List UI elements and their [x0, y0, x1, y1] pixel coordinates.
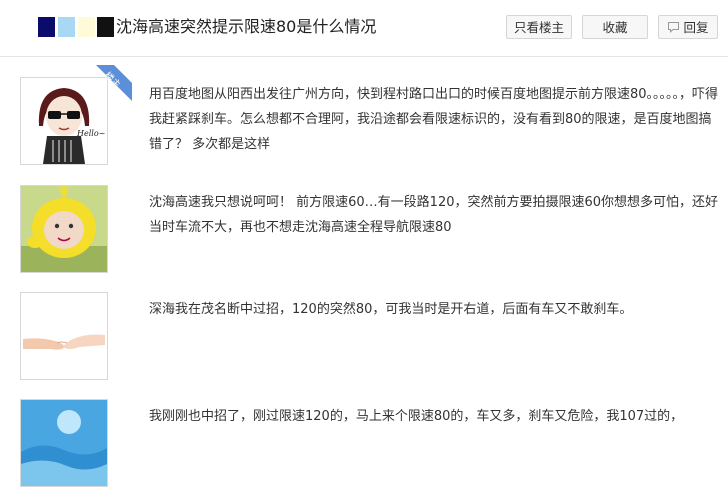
holding-hands-avatar: [21, 293, 107, 379]
header-color-square: [58, 17, 75, 37]
avatar[interactable]: [20, 185, 108, 273]
header-color-square: [38, 17, 55, 37]
avatar[interactable]: [20, 399, 108, 487]
reply-icon: [668, 22, 680, 33]
post-text: 我刚刚也中招了，刚过限速120的，马上来个限速80的，车又多，刹车又危险，我10…: [149, 409, 684, 424]
op-badge: 楼主: [92, 65, 132, 105]
blue-sky-avatar: [21, 400, 107, 486]
reply-button[interactable]: 回复: [658, 15, 718, 39]
avatar-hello-text: Hello~: [76, 129, 105, 138]
reply-label: 回复: [683, 20, 709, 35]
thread-header: 沈海高速突然提示限速80是什么情况 只看楼主 收藏 回复: [0, 0, 728, 57]
thread-title: 沈海高速突然提示限速80是什么情况: [116, 17, 377, 36]
post-text: 沈海高速我只想说呵呵！ 前方限速60…有一段路120，突然前方要拍摄限速60你想…: [149, 195, 719, 235]
header-color-square: [78, 17, 95, 37]
favorite-button[interactable]: 收藏: [582, 15, 648, 39]
teletubby-avatar: [21, 186, 107, 272]
header-color-square: [97, 17, 114, 37]
post-text: 深海我在茂名断中过招，120的突然80，可我当时是开右道，后面有车又不敢刹车。: [149, 302, 633, 317]
post-text: 用百度地图从阳西出发往广州方向，快到程村路口出口的时候百度地图提示前方限速80。…: [149, 87, 719, 152]
only-op-button[interactable]: 只看楼主: [506, 15, 572, 39]
avatar[interactable]: [20, 292, 108, 380]
